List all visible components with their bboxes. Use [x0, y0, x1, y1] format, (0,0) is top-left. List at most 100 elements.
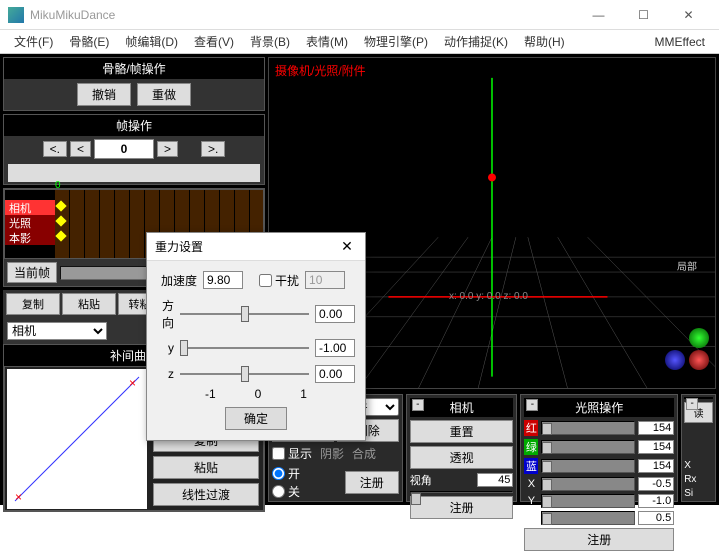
keyframe-diamond[interactable] — [55, 230, 66, 241]
red-label: 红 — [524, 420, 538, 436]
y-slider[interactable] — [180, 339, 309, 357]
light-z-slider[interactable] — [541, 511, 635, 525]
menu-expression[interactable]: 表情(M) — [298, 30, 356, 53]
interp-paste-button[interactable]: 粘贴 — [153, 456, 259, 479]
frame-first-button[interactable]: <. — [43, 141, 67, 157]
app-icon — [8, 7, 24, 23]
accel-input[interactable] — [203, 271, 243, 289]
interp-linear-button[interactable]: 线性过渡 — [153, 483, 259, 506]
off-radio[interactable]: 关 — [272, 483, 300, 500]
gizmo-x-icon[interactable] — [689, 350, 709, 370]
dir-slider[interactable] — [180, 305, 309, 323]
camera-panel-title: 相机 — [450, 401, 474, 415]
edge-rx-label: Rx — [684, 474, 713, 485]
angle-slider[interactable] — [410, 491, 514, 493]
z-label: Z — [524, 512, 538, 524]
undo-button[interactable]: 撤销 — [77, 83, 131, 106]
show-check[interactable]: 显示 — [272, 445, 312, 462]
dir-input[interactable] — [315, 305, 355, 323]
noise-input — [305, 271, 345, 289]
collapse-icon[interactable]: - — [686, 398, 698, 410]
frame-ops-title: 帧操作 — [4, 115, 264, 136]
camera-panel: -相机 重置 透视 视角 注册 — [406, 394, 518, 502]
menu-mmeffect[interactable]: MMEffect — [647, 32, 713, 52]
bone-frame-title: 骨骼/帧操作 — [4, 58, 264, 79]
red-input[interactable] — [638, 421, 674, 435]
title-bar: MikuMikuDance — ☐ ✕ — [0, 0, 719, 30]
noise-check[interactable]: 干扰 — [259, 272, 299, 289]
close-button[interactable]: ✕ — [666, 1, 711, 29]
light-register-button[interactable]: 注册 — [524, 528, 674, 551]
y-label: Y — [524, 495, 538, 507]
y-label: y — [157, 341, 174, 355]
edge-x-label: X — [684, 460, 713, 471]
svg-text:×: × — [15, 490, 22, 504]
viewport-local-label: 局部 — [677, 258, 697, 273]
perspective-button[interactable]: 透视 — [410, 446, 514, 469]
light-z-input[interactable] — [638, 511, 674, 525]
y-input[interactable] — [315, 339, 355, 357]
frame-last-button[interactable]: >. — [201, 141, 225, 157]
frame-ops-panel: 帧操作 <. < > >. — [3, 114, 265, 185]
menu-mocap[interactable]: 动作捕捉(K) — [436, 30, 516, 53]
workspace: 骨骼/帧操作 撤销 重做 帧操作 <. < > >. 0 相机 — [0, 54, 719, 505]
on-radio[interactable]: 开 — [272, 465, 300, 482]
green-slider[interactable] — [541, 440, 635, 454]
angle-input[interactable] — [477, 473, 513, 487]
menu-view[interactable]: 查看(V) — [186, 30, 242, 53]
copy-button[interactable]: 复制 — [6, 293, 60, 315]
z-slider[interactable] — [180, 365, 309, 383]
light-y-input[interactable] — [638, 494, 674, 508]
keyframe-diamond[interactable] — [55, 215, 66, 226]
keyframe-diamond[interactable] — [55, 200, 66, 211]
collapse-icon[interactable]: - — [526, 399, 538, 411]
gizmo-y-icon[interactable] — [689, 328, 709, 348]
timeline-row-camera[interactable]: 相机 — [5, 200, 55, 215]
dialog-close-button[interactable]: ✕ — [337, 238, 357, 255]
redo-button[interactable]: 重做 — [137, 83, 191, 106]
blue-input[interactable] — [638, 459, 674, 473]
camera-register-button[interactable]: 注册 — [410, 496, 514, 519]
camera-reset-button[interactable]: 重置 — [410, 420, 514, 443]
blue-label: 蓝 — [524, 458, 538, 474]
menu-background[interactable]: 背景(B) — [242, 30, 298, 53]
blue-slider[interactable] — [541, 459, 635, 473]
tick-pos: 1 — [300, 387, 307, 401]
menu-bone[interactable]: 骨骼(E) — [61, 30, 117, 53]
light-x-input[interactable] — [638, 477, 674, 491]
camera-select[interactable]: 相机 — [7, 322, 107, 340]
menu-physics[interactable]: 物理引擎(P) — [356, 30, 436, 53]
collapse-icon[interactable]: - — [412, 399, 424, 411]
compose-label: 合成 — [352, 445, 376, 462]
paste-button[interactable]: 粘贴 — [62, 293, 116, 315]
tick-neg: -1 — [205, 387, 216, 401]
model-register-button[interactable]: 注册 — [345, 471, 399, 494]
menu-bar: 文件(F) 骨骼(E) 帧编辑(D) 查看(V) 背景(B) 表情(M) 物理引… — [0, 30, 719, 54]
maximize-button[interactable]: ☐ — [621, 1, 666, 29]
dialog-titlebar[interactable]: 重力设置 ✕ — [147, 233, 365, 261]
gizmo-z-icon[interactable] — [665, 350, 685, 370]
interp-curve-canvas[interactable]: × × — [7, 369, 147, 509]
light-panel: -光照操作 红 绿 蓝 X Y Z 注册 — [520, 394, 678, 502]
shadow-label: 阴影 — [320, 445, 344, 462]
green-label: 绿 — [524, 439, 538, 455]
timeline-row-shadow[interactable]: 本影 — [5, 230, 55, 245]
frame-prev-button[interactable]: < — [70, 141, 91, 157]
minimize-button[interactable]: — — [576, 1, 621, 29]
current-frame-label: 当前帧 — [7, 262, 57, 283]
menu-help[interactable]: 帮助(H) — [516, 30, 573, 53]
z-input[interactable] — [315, 365, 355, 383]
light-y-slider[interactable] — [541, 494, 635, 508]
right-edge-panel: - 读 X Rx Si — [681, 394, 716, 502]
dialog-ok-button[interactable]: 确定 — [225, 407, 287, 430]
bone-frame-panel: 骨骼/帧操作 撤销 重做 — [3, 57, 265, 111]
frame-number-input[interactable] — [94, 139, 154, 159]
menu-frame-edit[interactable]: 帧编辑(D) — [117, 30, 186, 53]
menu-file[interactable]: 文件(F) — [6, 30, 61, 53]
red-slider[interactable] — [541, 421, 635, 435]
timeline-row-light[interactable]: 光照 — [5, 215, 55, 230]
frame-scrollbar[interactable] — [8, 164, 260, 182]
green-input[interactable] — [638, 440, 674, 454]
frame-next-button[interactable]: > — [157, 141, 178, 157]
light-x-slider[interactable] — [541, 477, 635, 491]
